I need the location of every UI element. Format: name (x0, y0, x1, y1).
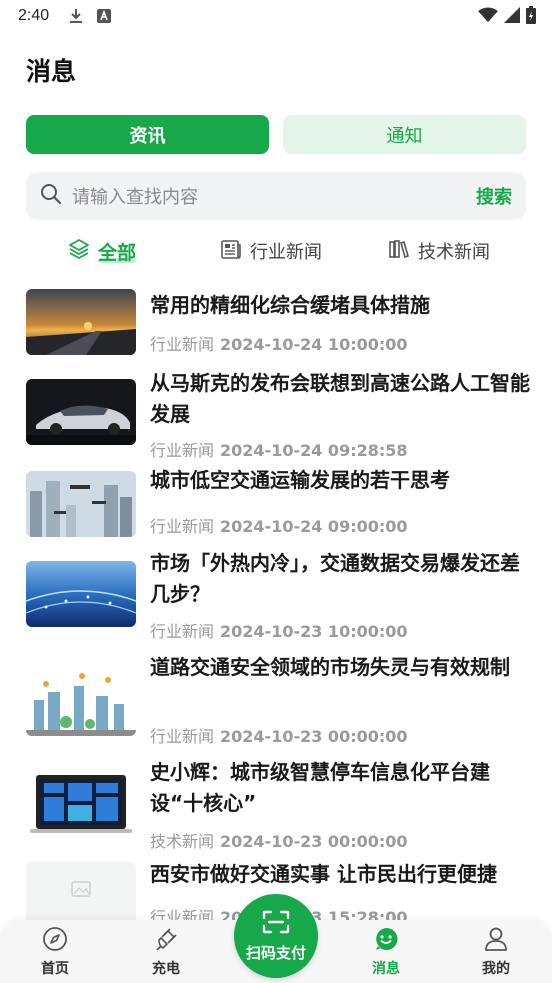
category-tab-industry-news[interactable]: 行业新闻 (220, 232, 322, 270)
tab-news[interactable]: 资讯 (26, 115, 269, 154)
category-tab-tech-news[interactable]: 技术新闻 (388, 232, 490, 270)
status-bar: 2:40 (0, 0, 552, 32)
news-title: 市场「外热内冷」，交通数据交易爆发还差几步？ (150, 551, 520, 606)
news-category: 技术新闻 (150, 832, 215, 851)
category-tabs: 全部 行业新闻 技术新闻 (0, 232, 552, 270)
download-icon (69, 8, 83, 24)
news-meta: 技术新闻 2024-10-23 00:00:00 (150, 828, 408, 852)
news-thumbnail-sunset-road (26, 289, 136, 355)
scan-pay-button[interactable]: 扫码支付 (234, 894, 318, 978)
category-tab-all[interactable]: 全部 (68, 232, 137, 270)
wifi-icon (478, 7, 498, 27)
news-meta: 行业新闻 2024-10-24 10:00:00 (150, 331, 408, 355)
newspaper-icon (220, 238, 242, 265)
books-icon (388, 238, 410, 265)
scan-icon (262, 910, 290, 938)
category-label: 全部 (98, 238, 137, 265)
category-label: 技术新闻 (418, 242, 490, 263)
news-meta: 行业新闻 2024-10-23 10:00:00 (150, 618, 408, 642)
news-category: 行业新闻 (150, 441, 215, 460)
news-date: 2024-10-23 00:00:00 (220, 727, 408, 746)
nav-label: 我的 (482, 961, 510, 977)
news-thumbnail-drones-city (26, 471, 136, 537)
search-icon (40, 183, 62, 209)
nav-messages[interactable]: 消息 (346, 926, 426, 978)
nav-label: 充电 (152, 961, 180, 977)
news-date: 2024-10-24 09:28:58 (220, 441, 408, 460)
nav-charge[interactable]: 充电 (126, 926, 206, 978)
news-date: 2024-10-23 00:00:00 (220, 832, 408, 851)
news-meta: 行业新闻 2024-10-24 09:00:00 (150, 513, 408, 537)
nav-label: 消息 (372, 961, 400, 977)
nav-label: 首页 (41, 961, 69, 977)
signal-icon (504, 7, 520, 27)
news-title: 西安市做好交通实事 让市民出行更便捷 (150, 862, 497, 886)
user-icon (483, 926, 509, 956)
news-title: 道路交通安全领域的市场失灵与有效规制 (150, 655, 510, 679)
news-title: 常用的精细化综合缓堵具体措施 (150, 293, 430, 317)
news-category: 行业新闻 (150, 622, 215, 641)
status-indicators (478, 6, 536, 28)
news-date: 2024-10-23 10:00:00 (220, 622, 408, 641)
news-category: 行业新闻 (150, 727, 215, 746)
page-title: 消息 (26, 57, 77, 86)
nav-home[interactable]: 首页 (15, 926, 95, 978)
news-meta: 行业新闻 2024-10-23 00:00:00 (150, 723, 408, 747)
news-meta: 行业新闻 2024-10-24 09:28:58 (150, 437, 408, 461)
chat-smile-icon (373, 926, 399, 956)
news-thumbnail-placeholder (26, 862, 136, 928)
search-bar[interactable]: 请输入查找内容 搜索 (26, 172, 526, 220)
category-label: 行业新闻 (250, 242, 322, 263)
news-category: 行业新闻 (150, 335, 215, 354)
compass-icon (42, 926, 68, 956)
news-category: 行业新闻 (150, 517, 215, 536)
tab-notifications[interactable]: 通知 (283, 115, 526, 154)
search-input[interactable]: 请输入查找内容 (72, 183, 476, 209)
app-notification-icon (97, 9, 112, 23)
nav-mine[interactable]: 我的 (456, 926, 536, 978)
search-button[interactable]: 搜索 (476, 183, 512, 209)
news-thumbnail-car (26, 379, 136, 445)
news-title: 史小辉：城市级智慧停车信息化平台建设“十核心” (150, 760, 490, 815)
news-title: 从马斯克的发布会联想到高速公路人工智能发展 (150, 371, 530, 426)
news-thumbnail-data-city (26, 561, 136, 627)
news-thumbnail-parking-platform (26, 771, 136, 837)
status-time: 2:40 (18, 7, 50, 24)
news-date: 2024-10-24 10:00:00 (220, 335, 408, 354)
news-thumbnail-smart-city (26, 670, 136, 736)
news-date: 2024-10-24 09:00:00 (220, 517, 408, 536)
layers-icon (68, 238, 90, 265)
charging-plug-icon (153, 926, 179, 956)
battery-icon (526, 6, 536, 28)
scan-pay-label: 扫码支付 (245, 943, 306, 962)
news-title: 城市低空交通运输发展的若干思考 (150, 468, 450, 492)
